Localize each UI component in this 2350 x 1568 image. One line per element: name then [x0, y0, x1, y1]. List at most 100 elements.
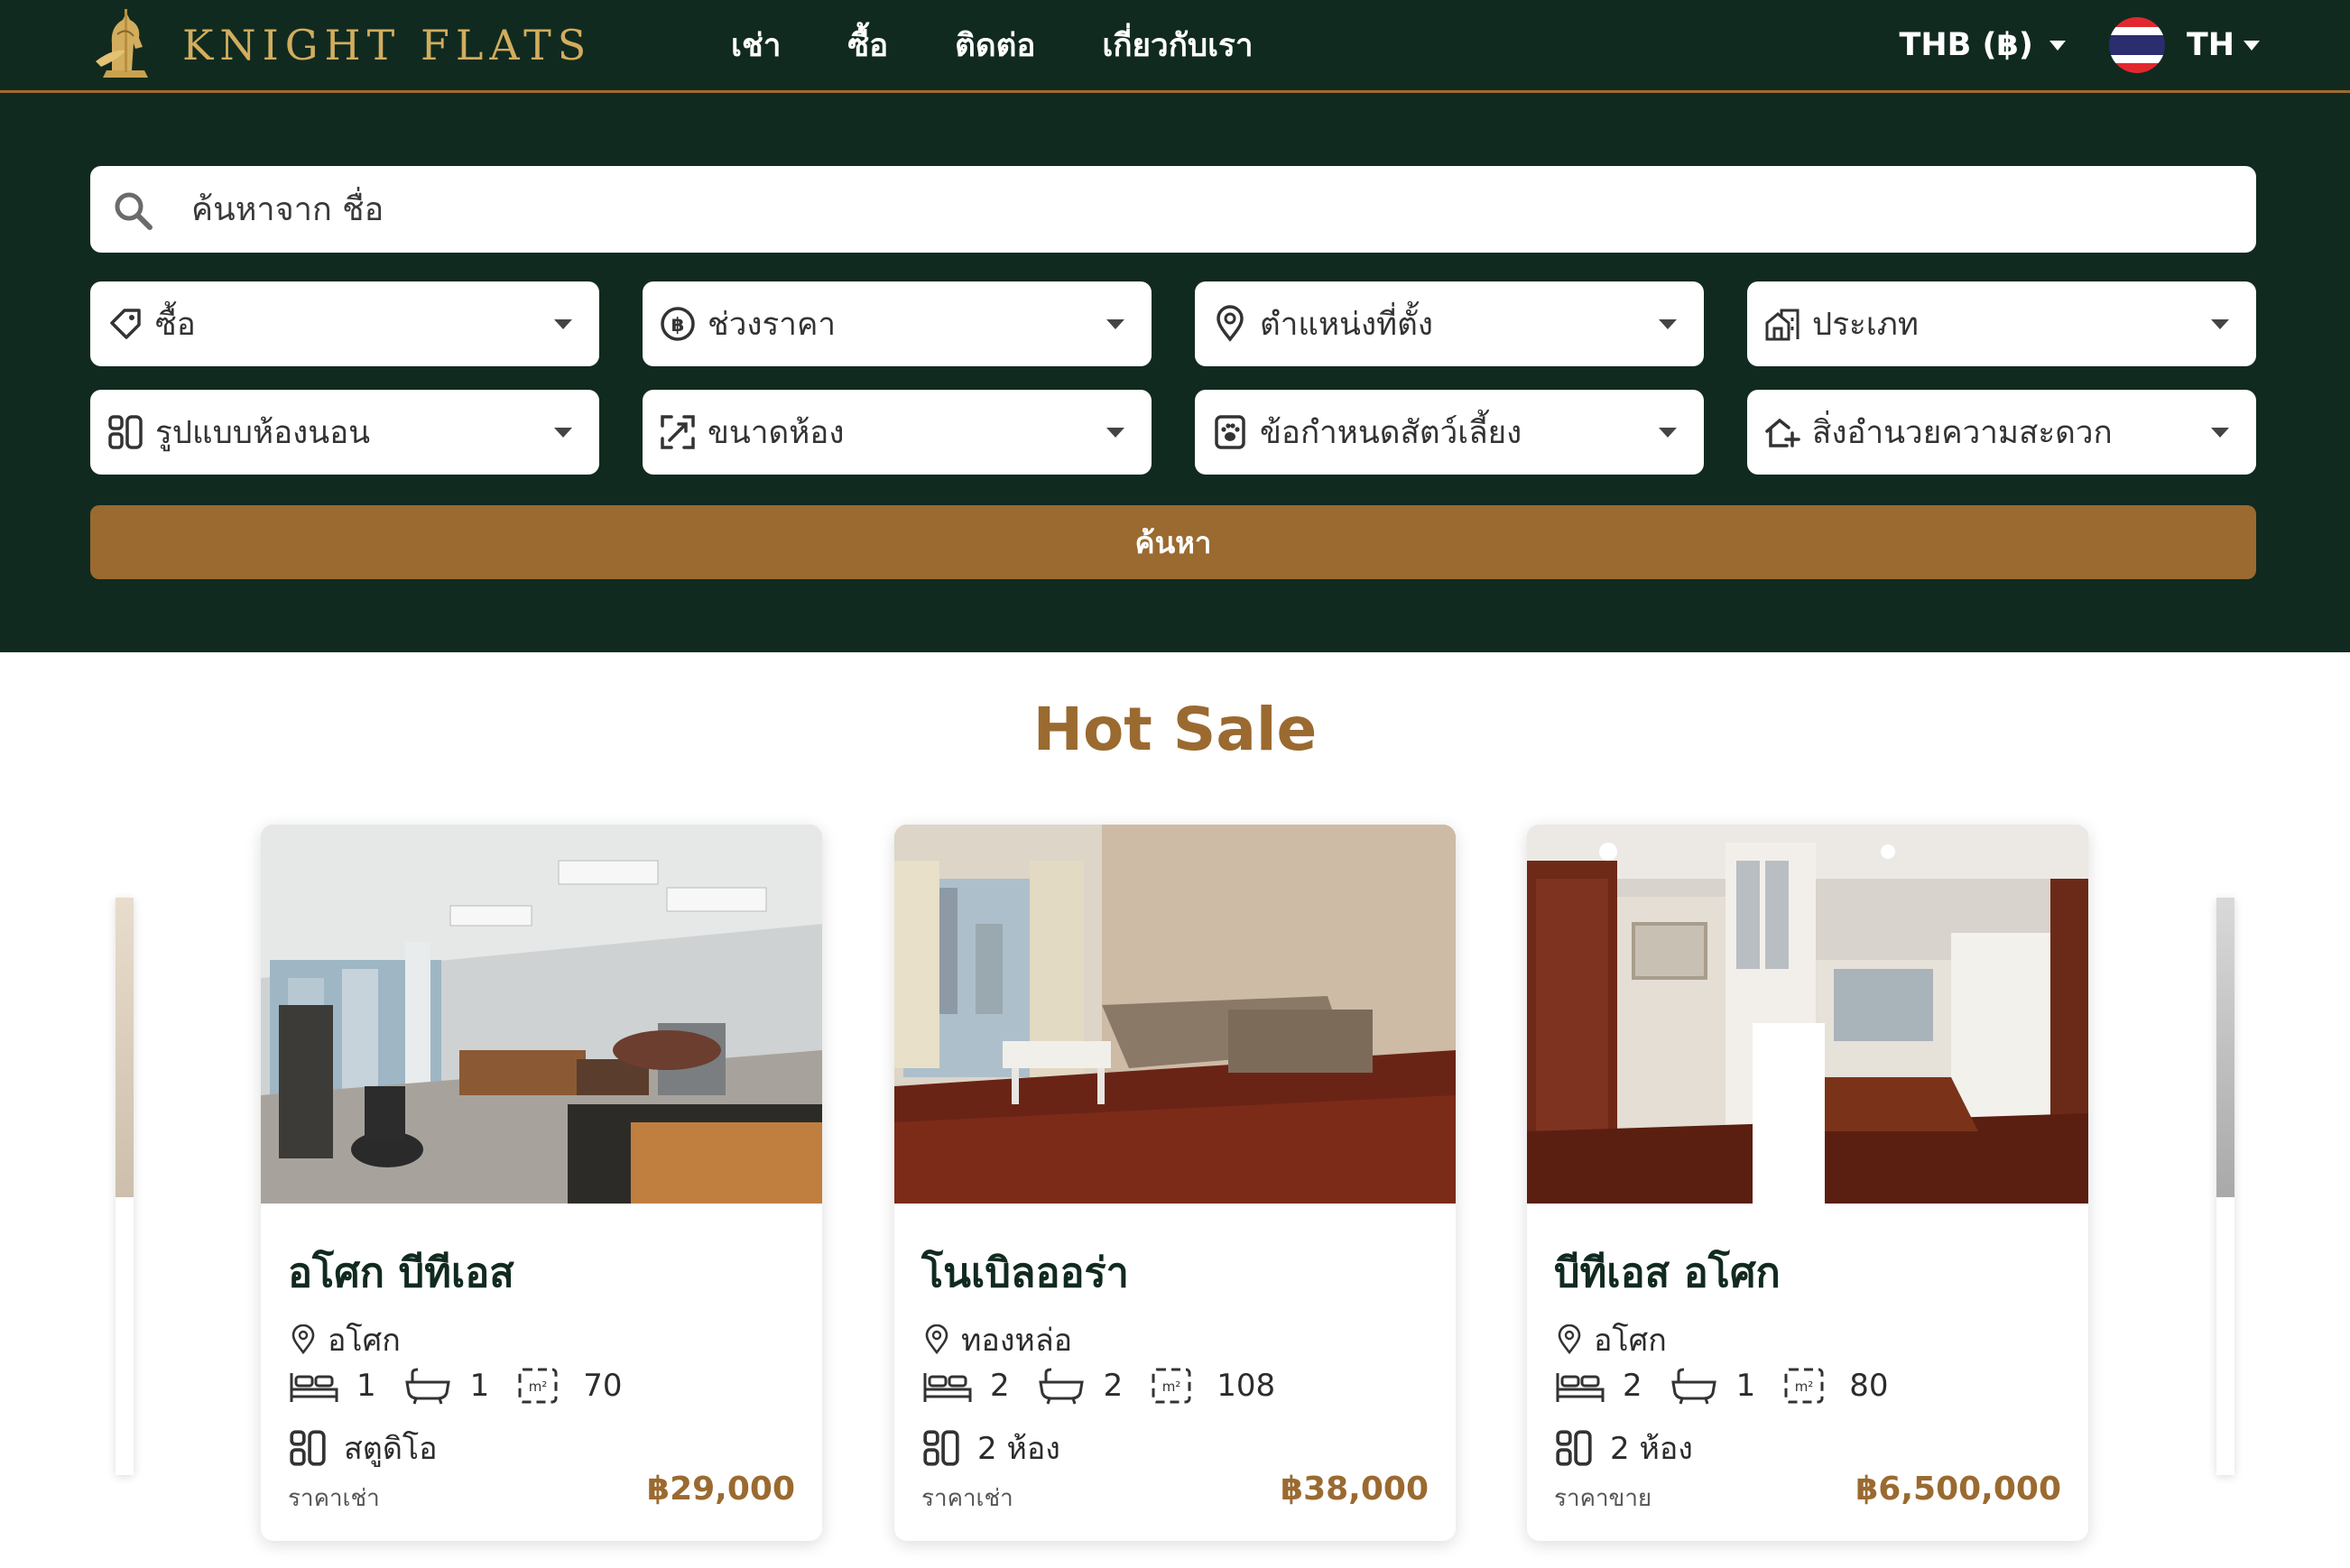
layout-icon: [108, 415, 143, 449]
chevron-down-icon: [2211, 319, 2229, 329]
chevron-down-icon: [554, 428, 572, 438]
language-dropdown[interactable]: TH: [2187, 27, 2260, 63]
chevron-down-icon: [1106, 319, 1124, 329]
nav-link-about[interactable]: เกี่ยวกับเรา: [1102, 21, 1253, 70]
area-m2-icon: m²: [1152, 1368, 1191, 1404]
bathroom-value: 1: [469, 1368, 490, 1404]
bedroom-value: 1: [356, 1368, 376, 1404]
layout-value: 2 ห้อง: [1610, 1431, 1693, 1467]
paw-icon: [1215, 415, 1245, 449]
filter-label: ข้อกำหนดสัตว์เลี้ยง: [1260, 414, 1522, 451]
listing-specs: 2 1 m² 80: [1554, 1366, 1914, 1406]
filter-listing-type[interactable]: ซื้อ: [90, 281, 599, 366]
carousel-prev-card[interactable]: [116, 898, 134, 1475]
home-plus-icon: [1765, 418, 1800, 447]
filter-price-range[interactable]: ฿ ช่วงราคา: [643, 281, 1152, 366]
nav-link-rent[interactable]: เช่า: [731, 21, 781, 70]
listing-price: ฿6,500,000: [1855, 1471, 2061, 1508]
knight-logo-icon: [96, 9, 148, 78]
filter-pet-policy[interactable]: ข้อกำหนดสัตว์เลี้ยง: [1195, 390, 1704, 475]
layout-icon: [923, 1430, 959, 1466]
listing-body: โนเบิลออร่า ทองหล่อ 2 2 m² 108 2 ห้อง รา…: [921, 1204, 1429, 1541]
listing-layout: สตูดิโอ: [288, 1424, 438, 1472]
thai-flag-icon[interactable]: [2108, 17, 2165, 73]
bathtub-icon: [1670, 1368, 1716, 1405]
filter-label: สิ่งอำนวยความสะดวก: [1812, 414, 2113, 451]
search-button[interactable]: ค้นหา: [90, 505, 2256, 579]
layout-value: 2 ห้อง: [977, 1431, 1060, 1467]
nav-link-contact[interactable]: ติดต่อ: [955, 21, 1035, 70]
filter-room-size[interactable]: ขนาดห้อง: [643, 390, 1152, 475]
filter-label: ตำแหน่งที่ตั้ง: [1260, 306, 1433, 343]
listing-location-text: ทองหล่อ: [961, 1323, 1073, 1359]
area-size: m² 70: [514, 1366, 623, 1406]
listing-price: ฿38,000: [1281, 1471, 1429, 1508]
chevron-down-icon: [1659, 319, 1677, 329]
bathtub-icon: [404, 1368, 450, 1405]
filter-location[interactable]: ตำแหน่งที่ตั้ง: [1195, 281, 1704, 366]
nav-link-buy[interactable]: ซื้อ: [847, 21, 888, 70]
area-value: 80: [1849, 1368, 1889, 1404]
brand-logo[interactable]: KNIGHT FLATS: [90, 0, 592, 90]
listing-location-text: อโศก: [1594, 1323, 1667, 1359]
listing-card[interactable]: โนเบิลออร่า ทองหล่อ 2 2 m² 108 2 ห้อง รา…: [894, 825, 1456, 1541]
listing-title[interactable]: โนเบิลออร่า: [921, 1240, 1129, 1305]
price-label: ราคาเช่า: [288, 1485, 380, 1512]
navbar: KNIGHT FLATS เช่า ซื้อ ติดต่อ เกี่ยวกับเ…: [0, 0, 2350, 93]
hot-sale-title: Hot Sale: [1032, 695, 1318, 764]
listing-body: บีทีเอส อโศก อโศก 2 1 m² 80 2 ห้อง ราคาข…: [1554, 1204, 2061, 1541]
listing-photo: [894, 825, 1456, 1204]
layout-value: สตูดิโอ: [344, 1431, 438, 1467]
carousel-next-card[interactable]: [2216, 898, 2234, 1475]
layout-icon: [290, 1430, 326, 1466]
listing-card[interactable]: อโศก บีทีเอส อโศก 1 1 m² 70 สตูดิโอ ราคา…: [261, 825, 822, 1541]
search-input[interactable]: [191, 182, 2231, 236]
listing-title[interactable]: บีทีเอส อโศก: [1554, 1240, 1781, 1305]
tag-icon: [110, 309, 141, 339]
filter-amenities[interactable]: สิ่งอำนวยความสะดวก: [1747, 390, 2256, 475]
baht-coin-icon: ฿: [661, 307, 695, 341]
currency-dropdown[interactable]: THB (฿): [1899, 27, 2066, 63]
listing-price: ฿29,000: [647, 1471, 795, 1508]
area-value: 108: [1217, 1368, 1276, 1404]
bed-icon: [1556, 1373, 1605, 1402]
area-value: 70: [583, 1368, 623, 1404]
layout-icon: [1556, 1430, 1592, 1466]
search-panel: ซื้อ ฿ ช่วงราคา ตำแหน่งที่ตั้ง: [0, 93, 2350, 652]
filter-property-type[interactable]: ประเภท: [1747, 281, 2256, 366]
listing-body: อโศก บีทีเอส อโศก 1 1 m² 70 สตูดิโอ ราคา…: [288, 1204, 795, 1541]
bedroom-value: 2: [990, 1368, 1010, 1404]
area-m2-icon: m²: [518, 1368, 558, 1404]
map-pin-icon: [291, 1324, 315, 1355]
listing-location: อโศก: [288, 1315, 401, 1364]
bathroom-count: 2: [1035, 1366, 1124, 1406]
search-bar: [90, 166, 2256, 253]
currency-label: THB (฿): [1899, 27, 2033, 63]
chevron-down-icon: [2211, 428, 2229, 438]
svg-text:m²: m²: [1795, 1379, 1814, 1395]
bathroom-count: 1: [402, 1366, 490, 1406]
price-label: ราคาขาย: [1554, 1485, 1652, 1512]
bedroom-count: 2: [921, 1366, 1010, 1406]
listing-photo: [2216, 898, 2234, 1197]
filter-label: รูปแบบห้องนอน: [155, 414, 371, 451]
filter-bedroom-layout[interactable]: รูปแบบห้องนอน: [90, 390, 599, 475]
listing-specs: 2 2 m² 108: [921, 1366, 1300, 1406]
listing-card[interactable]: บีทีเอส อโศก อโศก 2 1 m² 80 2 ห้อง ราคาข…: [1527, 825, 2088, 1541]
filter-label: ประเภท: [1812, 306, 1919, 343]
chevron-down-icon: [1659, 428, 1677, 438]
listing-specs: 1 1 m² 70: [288, 1366, 648, 1406]
bedroom-value: 2: [1623, 1368, 1642, 1404]
svg-text:m²: m²: [529, 1379, 548, 1395]
filter-grid: ซื้อ ฿ ช่วงราคา ตำแหน่งที่ตั้ง ประเภท รู…: [90, 281, 2256, 475]
bathroom-value: 2: [1103, 1368, 1124, 1404]
listing-photo: [1527, 825, 2088, 1204]
svg-text:m²: m²: [1162, 1379, 1181, 1395]
listing-title[interactable]: อโศก บีทีเอส: [288, 1240, 514, 1305]
chevron-down-icon: [554, 319, 572, 329]
filter-label: ช่วงราคา: [708, 306, 837, 343]
map-pin-icon: [925, 1324, 948, 1355]
filter-label: ซื้อ: [155, 306, 196, 343]
bed-icon: [290, 1373, 338, 1402]
chevron-down-icon: [2049, 40, 2066, 51]
